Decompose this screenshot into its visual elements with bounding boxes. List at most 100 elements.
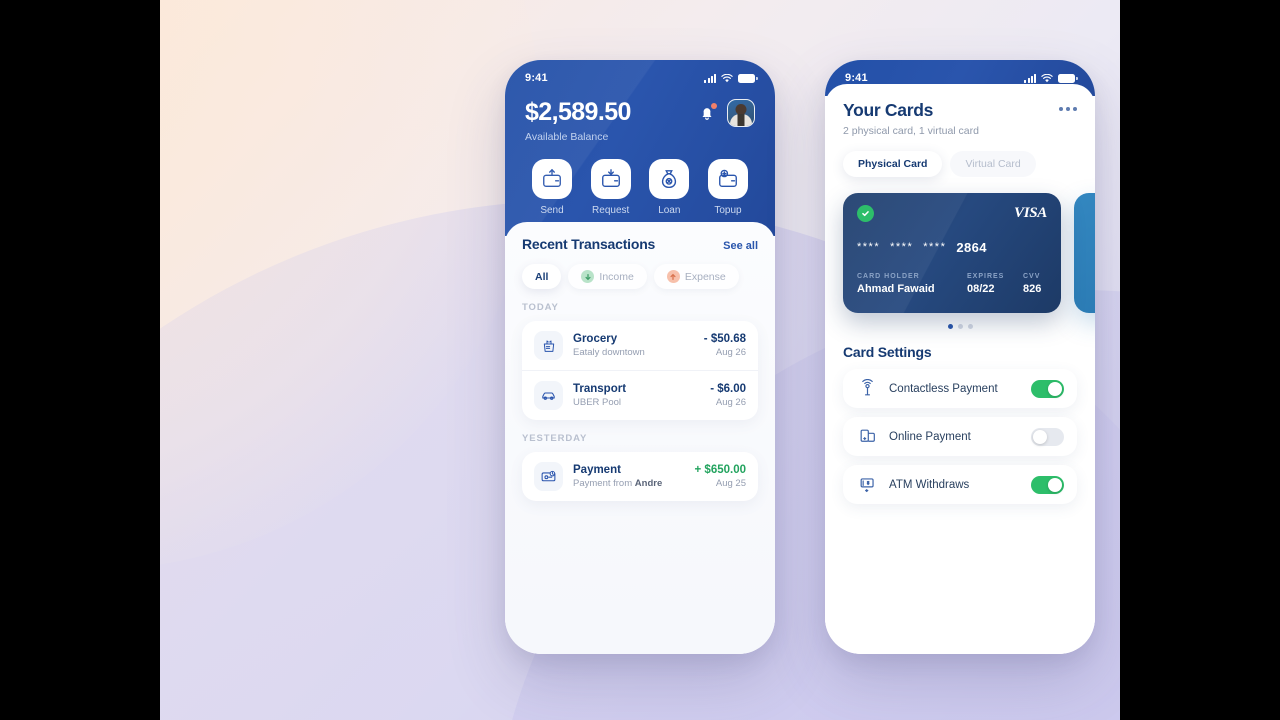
cellular-bars-icon [704, 73, 716, 83]
setting-atm-withdraws[interactable]: ATM Withdraws [843, 465, 1077, 504]
transaction-date: Aug 25 [715, 478, 746, 489]
transaction-meta: - $6.00 Aug 26 [710, 383, 746, 408]
card-settings-title: Card Settings [843, 344, 932, 360]
transaction-subtitle: Payment from Andre [573, 478, 663, 489]
background-glow-peach [160, 0, 540, 570]
presentation-canvas: 9:41 $2,589.50 Available Balance Send Re… [160, 0, 1120, 720]
transaction-group-yesterday: Payment Payment from Andre + $650.00 Aug… [522, 452, 758, 501]
transaction-amount: - $6.00 [710, 383, 746, 395]
card-number: **** **** **** 2864 [857, 240, 1047, 255]
transaction-date: Aug 26 [715, 347, 746, 358]
card-last-four: 2864 [956, 240, 987, 255]
bank-card-primary[interactable]: VISA **** **** **** 2864 CARD HOLDER Ahm… [843, 193, 1061, 313]
card-expires-field: EXPIRES 08/22 [967, 273, 1023, 295]
transaction-name: Grocery [573, 333, 618, 345]
transaction-meta: + $650.00 Aug 25 [695, 464, 746, 489]
card-next-preview[interactable] [1074, 193, 1095, 313]
cards-subtitle: 2 physical card, 1 virtual card [843, 125, 979, 137]
card-cvv-value: 826 [1023, 283, 1042, 295]
quick-actions: Send Request Loan Topup [505, 143, 775, 216]
balance-row: $2,589.50 [505, 90, 775, 127]
table-row[interactable]: Transport UBER Pool - $6.00 Aug 26 [522, 370, 758, 420]
filter-income[interactable]: Income [568, 264, 647, 289]
day-label-yesterday: YESTERDAY [522, 433, 588, 444]
card-clock-icon [534, 462, 563, 491]
card-top-row: VISA [857, 205, 1047, 222]
status-time: 9:41 [845, 72, 868, 84]
toggle-online-payment[interactable] [1031, 427, 1064, 446]
notification-bell-icon[interactable] [698, 102, 717, 122]
cards-panel: Your Cards 2 physical card, 1 virtual ca… [825, 84, 1095, 654]
page-title: Recent Transactions [522, 236, 656, 252]
table-row[interactable]: Grocery Eataly downtown - $50.68 Aug 26 [522, 321, 758, 370]
segment-virtual-card[interactable]: Virtual Card [950, 151, 1036, 177]
status-bar: 9:41 [505, 60, 775, 90]
avatar[interactable] [727, 98, 755, 127]
filter-income-label: Income [599, 270, 634, 283]
action-request[interactable]: Request [588, 159, 634, 216]
setting-online-payment[interactable]: Online Payment [843, 417, 1077, 456]
visa-logo: VISA [1014, 205, 1047, 221]
wallet-send-icon [532, 159, 572, 199]
transaction-subtitle: UBER Pool [573, 397, 622, 408]
card-mask-2: **** [890, 241, 914, 253]
toggle-atm-withdraws[interactable] [1031, 475, 1064, 494]
header-icons [698, 98, 755, 127]
notification-dot [711, 102, 717, 109]
action-topup-label: Topup [714, 205, 742, 216]
action-topup[interactable]: Topup [705, 159, 751, 216]
car-icon [534, 381, 563, 410]
transaction-name: Transport [573, 383, 627, 395]
available-balance-label: Available Balance [525, 131, 609, 143]
contactless-wave-icon [856, 379, 878, 398]
setting-contactless-payment[interactable]: Contactless Payment [843, 369, 1077, 408]
filter-expense-label: Expense [684, 270, 726, 283]
status-indicators [704, 73, 758, 83]
online-device-icon [856, 427, 878, 446]
phone-cards-screen: 9:41 Your Cards 2 physical card, 1 virtu… [825, 60, 1095, 654]
cash-withdraw-icon [856, 475, 878, 494]
action-send[interactable]: Send [529, 159, 575, 216]
action-send-label: Send [540, 205, 564, 216]
wifi-icon [721, 73, 733, 82]
carousel-dots[interactable] [843, 324, 1077, 329]
transaction-info: Payment Payment from Andre [573, 464, 685, 489]
cards-header-text: Your Cards 2 physical card, 1 virtual ca… [843, 100, 979, 137]
card-details-row: CARD HOLDER Ahmad Fawaid EXPIRES 08/22 C… [857, 273, 1047, 295]
card-expires-value: 08/22 [967, 283, 995, 295]
transaction-amount: - $50.68 [703, 333, 746, 345]
see-all-link[interactable]: See all [723, 240, 758, 252]
card-expires-label: EXPIRES [967, 273, 1005, 280]
more-horizontal-icon[interactable] [1059, 100, 1077, 111]
cards-header: Your Cards 2 physical card, 1 virtual ca… [843, 100, 1077, 137]
transaction-date: Aug 26 [715, 397, 746, 408]
wifi-icon [1041, 73, 1053, 82]
screenshot-stage: 9:41 $2,589.50 Available Balance Send Re… [0, 0, 1280, 720]
toggle-contactless-payment[interactable] [1031, 379, 1064, 398]
cellular-bars-icon [1024, 73, 1036, 83]
card-holder-field: CARD HOLDER Ahmad Fawaid [857, 273, 967, 295]
day-label-today: TODAY [522, 302, 559, 313]
transaction-amount: + $650.00 [694, 464, 746, 476]
transaction-info: Grocery Eataly downtown [573, 333, 694, 358]
transaction-filters: All Income Expense [522, 264, 758, 289]
money-bag-icon [649, 159, 690, 199]
battery-icon [1058, 73, 1078, 83]
transaction-group-today: Grocery Eataly downtown - $50.68 Aug 26 [522, 321, 758, 420]
setting-label: Contactless Payment [889, 382, 998, 395]
card-carousel[interactable]: VISA **** **** **** 2864 CARD HOLDER Ahm… [843, 193, 1095, 313]
card-holder-value: Ahmad Fawaid [857, 283, 935, 295]
transaction-meta: - $50.68 Aug 26 [704, 333, 746, 358]
segment-physical-card[interactable]: Physical Card [843, 151, 943, 177]
available-balance-amount: $2,589.50 [525, 98, 631, 126]
table-row[interactable]: Payment Payment from Andre + $650.00 Aug… [522, 452, 758, 501]
transaction-info: Transport UBER Pool [573, 383, 700, 408]
setting-label: ATM Withdraws [889, 478, 970, 491]
setting-label: Online Payment [889, 430, 971, 443]
home-header: 9:41 $2,589.50 Available Balance Send Re… [505, 60, 775, 236]
action-loan[interactable]: Loan [646, 159, 692, 216]
filter-all[interactable]: All [522, 264, 562, 289]
arrow-up-circle-icon [666, 270, 680, 283]
wallet-plus-icon [707, 159, 748, 199]
filter-expense[interactable]: Expense [653, 264, 739, 289]
